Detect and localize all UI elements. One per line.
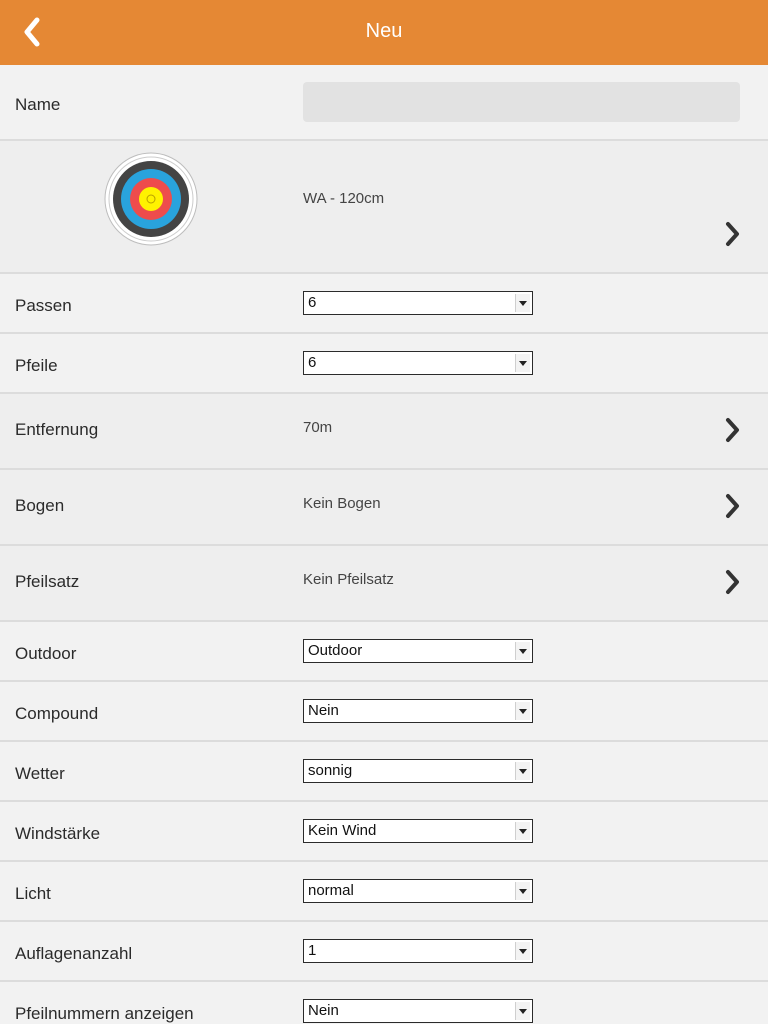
row-auflagenanzahl: Auflagenanzahl 1	[0, 922, 768, 982]
outdoor-select[interactable]: Outdoor	[303, 639, 533, 663]
row-compound: Compound Nein	[0, 682, 768, 742]
auflagenanzahl-label: Auflagenanzahl	[15, 944, 133, 963]
entfernung-label: Entfernung	[15, 420, 99, 439]
bogen-label: Bogen	[15, 496, 65, 515]
licht-value: normal	[308, 882, 354, 899]
pfeilnummern-value: Nein	[308, 1002, 339, 1019]
passen-label: Passen	[15, 296, 72, 315]
compound-value: Nein	[308, 702, 339, 719]
nav-header: Neu	[0, 0, 768, 65]
row-licht: Licht normal	[0, 862, 768, 922]
chevron-down-icon	[515, 702, 530, 720]
outdoor-value: Outdoor	[308, 642, 363, 659]
name-label: Name	[15, 95, 61, 114]
compound-label: Compound	[15, 704, 99, 723]
pfeile-value: 6	[308, 354, 317, 371]
row-bogen[interactable]: Bogen Kein Bogen	[0, 470, 768, 546]
chevron-down-icon	[515, 942, 530, 960]
archery-target-icon	[104, 152, 198, 246]
windstaerke-label: Windstärke	[15, 824, 101, 843]
pfeilsatz-value: Kein Pfeilsatz	[303, 571, 394, 588]
pfeilsatz-label: Pfeilsatz	[15, 572, 80, 591]
name-input[interactable]	[303, 82, 740, 122]
passen-value: 6	[308, 294, 317, 311]
chevron-down-icon	[515, 822, 530, 840]
pfeile-label: Pfeile	[15, 356, 58, 375]
row-wetter: Wetter sonnig	[0, 742, 768, 802]
chevron-down-icon	[515, 1002, 530, 1020]
pfeilnummern-select[interactable]: Nein	[303, 999, 533, 1023]
row-name: Name	[0, 65, 768, 141]
pfeilnummern-label: Pfeilnummern anzeigen	[15, 1004, 194, 1023]
row-pfeilnummern: Pfeilnummern anzeigen Nein	[0, 982, 768, 1024]
licht-select[interactable]: normal	[303, 879, 533, 903]
chevron-down-icon	[515, 642, 530, 660]
target-value: WA - 120cm	[303, 190, 385, 207]
row-pfeilsatz[interactable]: Pfeilsatz Kein Pfeilsatz	[0, 546, 768, 622]
wetter-label: Wetter	[15, 764, 65, 783]
chevron-right-icon[interactable]	[724, 569, 742, 595]
chevron-right-icon[interactable]	[724, 417, 742, 443]
row-passen: Passen 6	[0, 274, 768, 334]
chevron-down-icon	[515, 354, 530, 372]
row-outdoor: Outdoor Outdoor	[0, 622, 768, 682]
licht-label: Licht	[15, 884, 51, 903]
wetter-select[interactable]: sonnig	[303, 759, 533, 783]
auflagenanzahl-value: 1	[308, 942, 317, 959]
chevron-down-icon	[515, 294, 530, 312]
chevron-right-icon[interactable]	[724, 221, 742, 247]
chevron-right-icon[interactable]	[724, 493, 742, 519]
wetter-value: sonnig	[308, 762, 353, 779]
chevron-down-icon	[515, 762, 530, 780]
outdoor-label: Outdoor	[15, 644, 77, 663]
row-windstaerke: Windstärke Kein Wind	[0, 802, 768, 862]
row-entfernung[interactable]: Entfernung 70m	[0, 394, 768, 470]
pfeile-select[interactable]: 6	[303, 351, 533, 375]
row-target[interactable]: WA - 120cm	[0, 141, 768, 274]
windstaerke-select[interactable]: Kein Wind	[303, 819, 533, 843]
compound-select[interactable]: Nein	[303, 699, 533, 723]
entfernung-value: 70m	[303, 419, 333, 436]
passen-select[interactable]: 6	[303, 291, 533, 315]
bogen-value: Kein Bogen	[303, 495, 381, 512]
chevron-down-icon	[515, 882, 530, 900]
row-pfeile: Pfeile 6	[0, 334, 768, 394]
auflagenanzahl-select[interactable]: 1	[303, 939, 533, 963]
windstaerke-value: Kein Wind	[308, 822, 377, 839]
page-title: Neu	[365, 20, 403, 42]
